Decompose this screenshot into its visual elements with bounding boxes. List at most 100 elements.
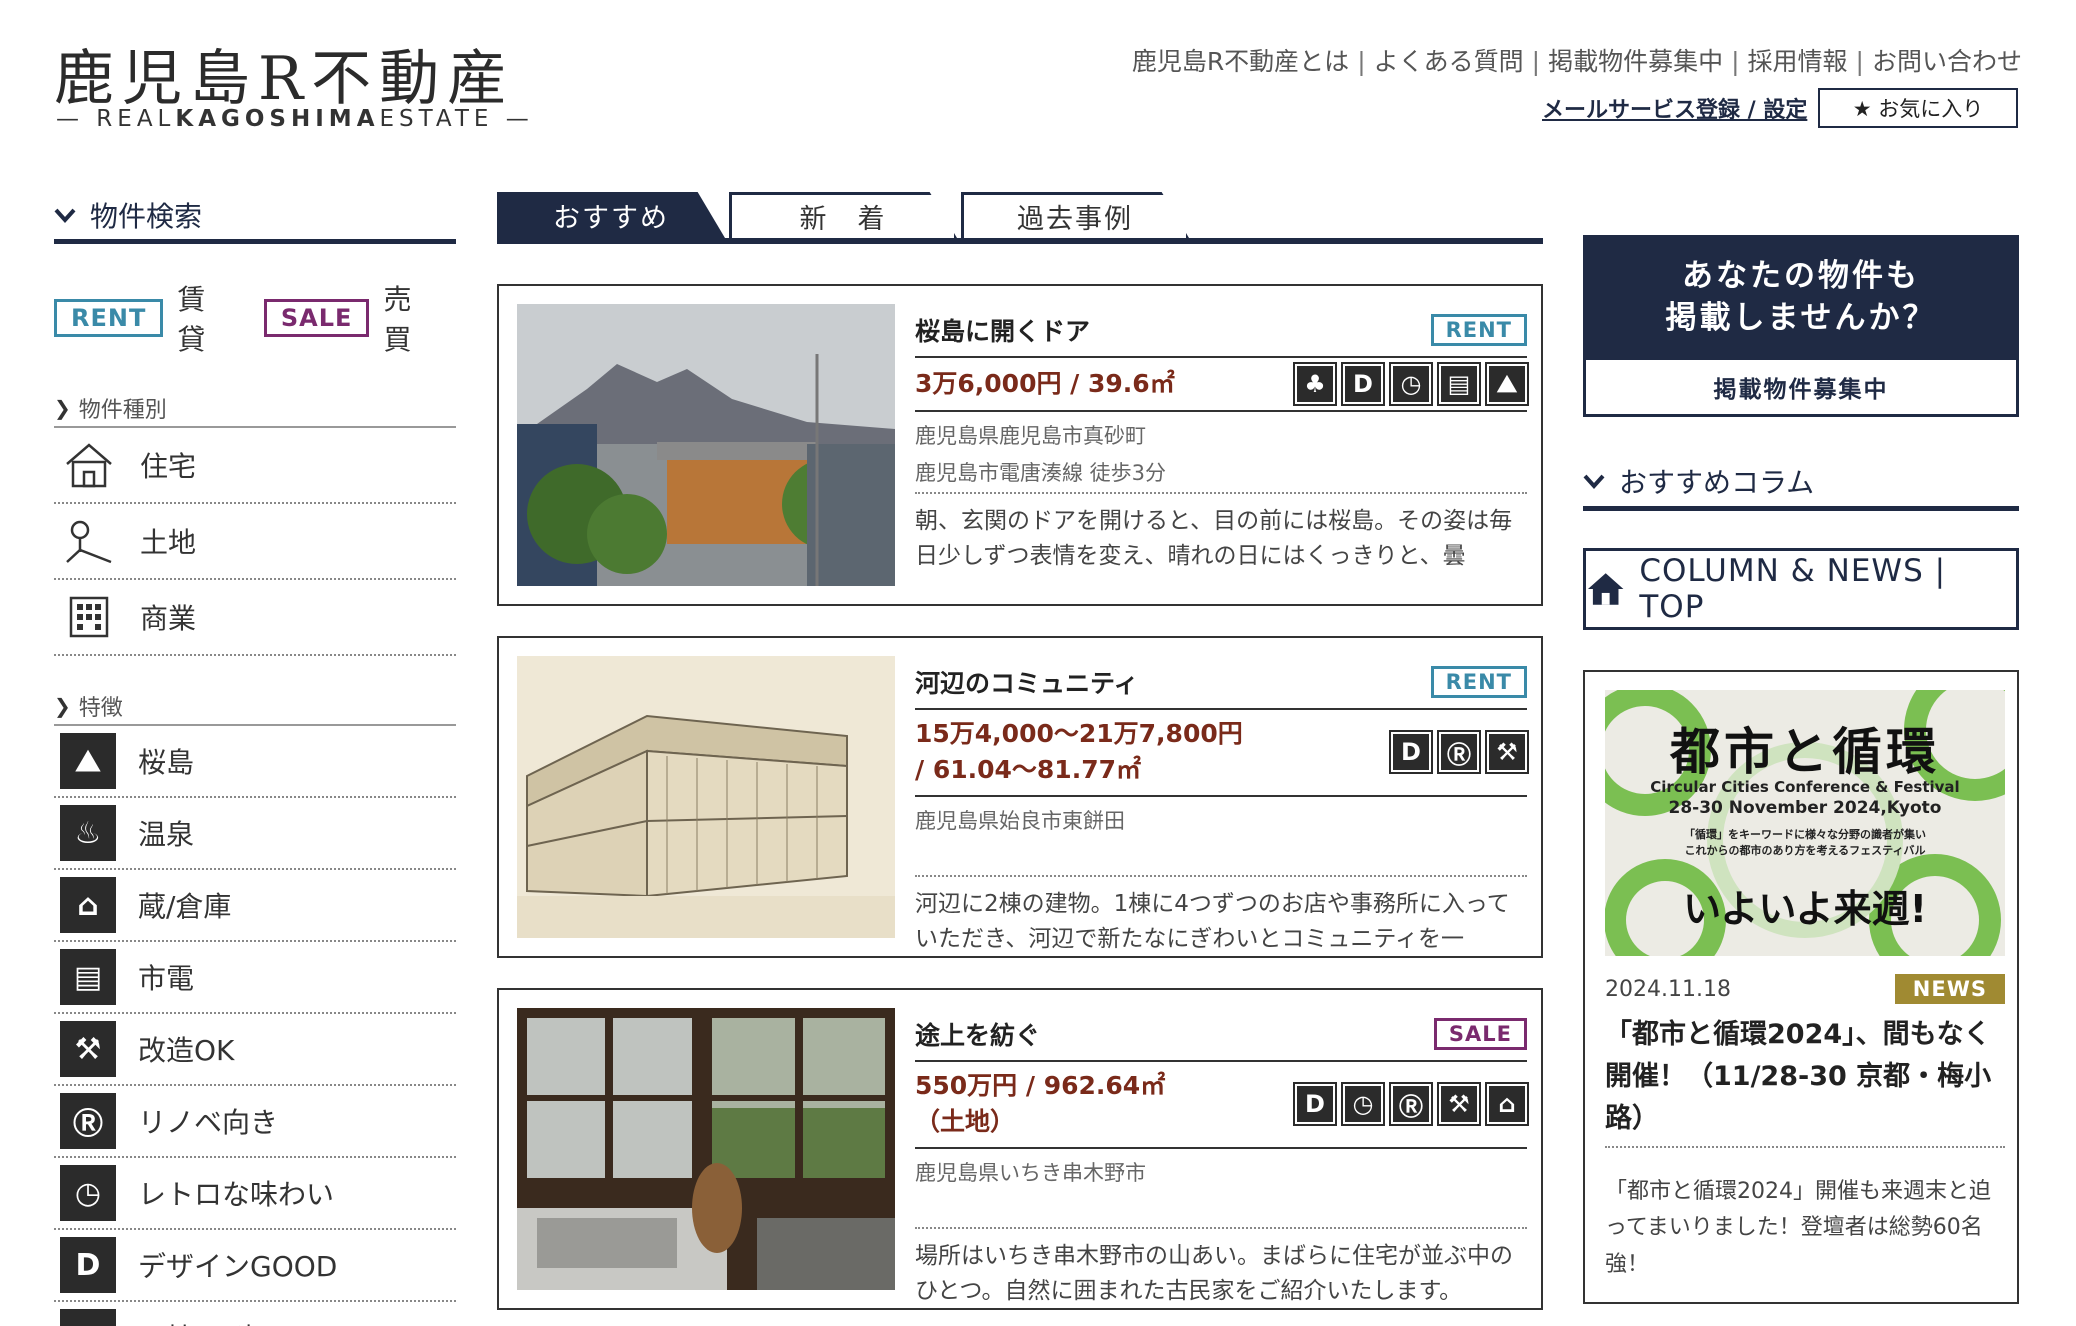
news-image-sub4: これからの都市のあり方を考えるフェスティバル [1684, 844, 1926, 857]
listing-price-row: 15万4,000〜21万7,800円 / 61.04〜81.77㎡ D Ⓡ ⚒ [915, 710, 1529, 797]
listing-feature-icons: D ◷ Ⓡ ⚒ ⌂ [1293, 1082, 1529, 1127]
design-icon: D [1293, 1082, 1337, 1127]
site-logo[interactable]: 鹿児島R不動産 [54, 30, 515, 117]
tab-new[interactable]: 新 着 [729, 192, 957, 238]
drill-icon: ⚒ [1437, 1082, 1481, 1127]
sale-label[interactable]: 売買 [383, 278, 432, 358]
house-icon [60, 436, 118, 494]
feature-onsen[interactable]: ♨ 温泉 [54, 798, 456, 870]
promo-text: あなたの物件も 掲載しませんか？ [1586, 238, 2016, 340]
listing-body: 桜島に開くドア RENT 3万6,000円 / 39.6㎡ ♣ D ◷ ▤ ⛰ … [915, 304, 1529, 590]
nav-separator: | [1855, 47, 1864, 76]
listing-body: 途上を紡ぐ SALE 550万円 / 962.64㎡（土地） D ◷ Ⓡ ⚒ ⌂… [915, 1008, 1529, 1304]
chevron-right-icon: ❯ [54, 396, 71, 420]
feature-retro-label: レトロな味わい [138, 1178, 335, 1211]
listing-address: 鹿児島県鹿児島市真砂町 鹿児島市電唐湊線 徒歩3分 [915, 412, 1527, 494]
listing-price: 15万4,000〜21万7,800円 / 61.04〜81.77㎡ [915, 719, 1243, 785]
rent-badge: RENT [1430, 314, 1527, 346]
recommended-column-heading: おすすめコラム [1583, 455, 2019, 511]
chevron-down-icon [54, 208, 76, 223]
nav-separator: | [1731, 47, 1740, 76]
sale-tag[interactable]: SALE [263, 299, 370, 337]
feature-storehouse-label: 蔵/倉庫 [138, 890, 232, 923]
nav-jobs[interactable]: 採用情報 [1748, 47, 1848, 76]
listing-photo-sakurajima[interactable] [517, 304, 895, 586]
listing-price: 550万円 / 962.64㎡（土地） [915, 1071, 1166, 1137]
type-land-label: 土地 [140, 526, 197, 559]
listing-title[interactable]: 途上を紡ぐ [915, 1016, 1040, 1052]
listing-tabs: おすすめ 新 着 過去事例 [497, 192, 1543, 244]
search-sidebar: 物件検索 RENT 賃貸 SALE 売買 ❯ 物件種別 住宅 土地 商業 ❯ 特… [54, 190, 456, 1326]
news-image[interactable]: 都市と循環 Circular Cities Conference & Festi… [1605, 690, 2005, 956]
sakurajima-icon: ⛰ [1485, 362, 1529, 406]
feature-storehouse[interactable]: ⌂ 蔵/倉庫 [54, 870, 456, 942]
promo-button[interactable]: 掲載物件募集中 [1586, 360, 2016, 414]
renovation-icon: Ⓡ [60, 1093, 116, 1149]
feature-remodel-ok[interactable]: ⚒ 改造OK [54, 1014, 456, 1086]
logo-sub-prefix: — REAL [56, 106, 176, 132]
news-date: 2024.11.18 [1605, 976, 1731, 1002]
news-image-sub3: 「循環」をキーワードに様々な分野の識者が集い [1684, 828, 1926, 841]
property-type-heading: ❯ 物件種別 [54, 392, 456, 428]
rent-label[interactable]: 賃貸 [177, 278, 226, 358]
column-heading-label: おすすめコラム [1619, 465, 1815, 499]
listing-photo-sketch[interactable] [517, 656, 895, 938]
feature-tram-label: 市電 [138, 962, 195, 995]
property-type-label: 物件種別 [78, 398, 167, 423]
search-heading-label: 物件検索 [90, 199, 203, 233]
listing-card[interactable]: 河辺のコミュニティ RENT 15万4,000〜21万7,800円 / 61.0… [497, 636, 1543, 958]
listing-address-line: 鹿児島県いちき串木野市 [915, 1160, 1146, 1185]
favorites-button[interactable]: ★ お気に入り [1818, 88, 2018, 128]
type-land[interactable]: 土地 [54, 504, 456, 580]
type-commercial[interactable]: 商業 [54, 580, 456, 656]
column-news-top-button[interactable]: COLUMN & NEWS | TOP [1583, 548, 2019, 630]
nav-faq[interactable]: よくある質問 [1374, 47, 1524, 76]
nav-about[interactable]: 鹿児島R不動産とは [1132, 47, 1349, 76]
tab-past-cases[interactable]: 過去事例 [961, 192, 1189, 238]
onsen-icon: ♨ [60, 805, 116, 861]
feature-retro[interactable]: ◷ レトロな味わい [54, 1158, 456, 1230]
listing-photo-kitchen[interactable] [517, 1008, 895, 1290]
forest-icon: ♣ [1293, 362, 1337, 406]
listing-title[interactable]: 桜島に開くドア [915, 312, 1090, 348]
promo-line-1: あなたの物件も [1682, 258, 1920, 294]
feature-renovation[interactable]: Ⓡ リノベ向き [54, 1086, 456, 1158]
feature-remodel-ok-label: 改造OK [138, 1034, 235, 1067]
nav-contact[interactable]: お問い合わせ [1872, 47, 2022, 76]
feature-tram[interactable]: ▤ 市電 [54, 942, 456, 1014]
listing-card[interactable]: 途上を紡ぐ SALE 550万円 / 962.64㎡（土地） D ◷ Ⓡ ⚒ ⌂… [497, 988, 1543, 1310]
feature-sakurajima[interactable]: ⛰ 桜島 [54, 726, 456, 798]
drill-icon: ⚒ [60, 1021, 116, 1077]
building-icon [60, 588, 118, 646]
rent-badge: RENT [1430, 666, 1527, 698]
feature-renovation-label: リノベ向き [138, 1106, 279, 1139]
news-description: 「都市と循環2024」開催も来週末と迫ってまいりました！登壇者は総勢60名強！ [1605, 1179, 1991, 1277]
listing-description: 河辺に2棟の建物。1棟に4つずつのお店や事務所に入っていただき、河辺で新たなにぎ… [915, 890, 1510, 953]
search-heading: 物件検索 [54, 190, 456, 244]
tram-icon: ▤ [1437, 362, 1481, 406]
news-card[interactable]: 都市と循環 Circular Cities Conference & Festi… [1583, 670, 2019, 1304]
site-logo-subtitle: — REALKAGOSHIMAESTATE — [56, 106, 534, 132]
listing-card[interactable]: 桜島に開くドア RENT 3万6,000円 / 39.6㎡ ♣ D ◷ ▤ ⛰ … [497, 284, 1543, 606]
mail-service-link[interactable]: メールサービス登録 / 設定 [1542, 92, 1807, 124]
nav-separator: | [1357, 47, 1366, 76]
land-icon [60, 512, 118, 570]
feature-design-good[interactable]: D デザインGOOD [54, 1230, 456, 1302]
logo-sub-suffix: ESTATE — [379, 106, 534, 132]
news-title[interactable]: 「都市と循環2024」、間もなく開催！（11/28-30 京都・梅小路） [1605, 1014, 2005, 1148]
type-house[interactable]: 住宅 [54, 428, 456, 504]
storehouse-icon: ⌂ [60, 877, 116, 933]
design-icon: D [1389, 730, 1433, 775]
feature-whole-building[interactable]: ⌂ 一棟/戸建 [54, 1302, 456, 1326]
listing-recruit-banner[interactable]: あなたの物件も 掲載しませんか？ 掲載物件募集中 [1583, 235, 2019, 417]
sale-badge: SALE [1433, 1018, 1527, 1050]
drill-icon: ⚒ [1485, 730, 1529, 775]
feature-heading: ❯ 特徴 [54, 690, 456, 726]
nav-listing-recruit[interactable]: 掲載物件募集中 [1548, 47, 1723, 76]
news-image-sub1: Circular Cities Conference & Festival [1650, 778, 1960, 796]
feature-onsen-label: 温泉 [138, 818, 195, 851]
listing-price-row: 3万6,000円 / 39.6㎡ ♣ D ◷ ▤ ⛰ [915, 358, 1529, 412]
rent-tag[interactable]: RENT [54, 299, 164, 337]
listing-title[interactable]: 河辺のコミュニティ [915, 664, 1139, 700]
tab-recommended[interactable]: おすすめ [497, 192, 725, 238]
